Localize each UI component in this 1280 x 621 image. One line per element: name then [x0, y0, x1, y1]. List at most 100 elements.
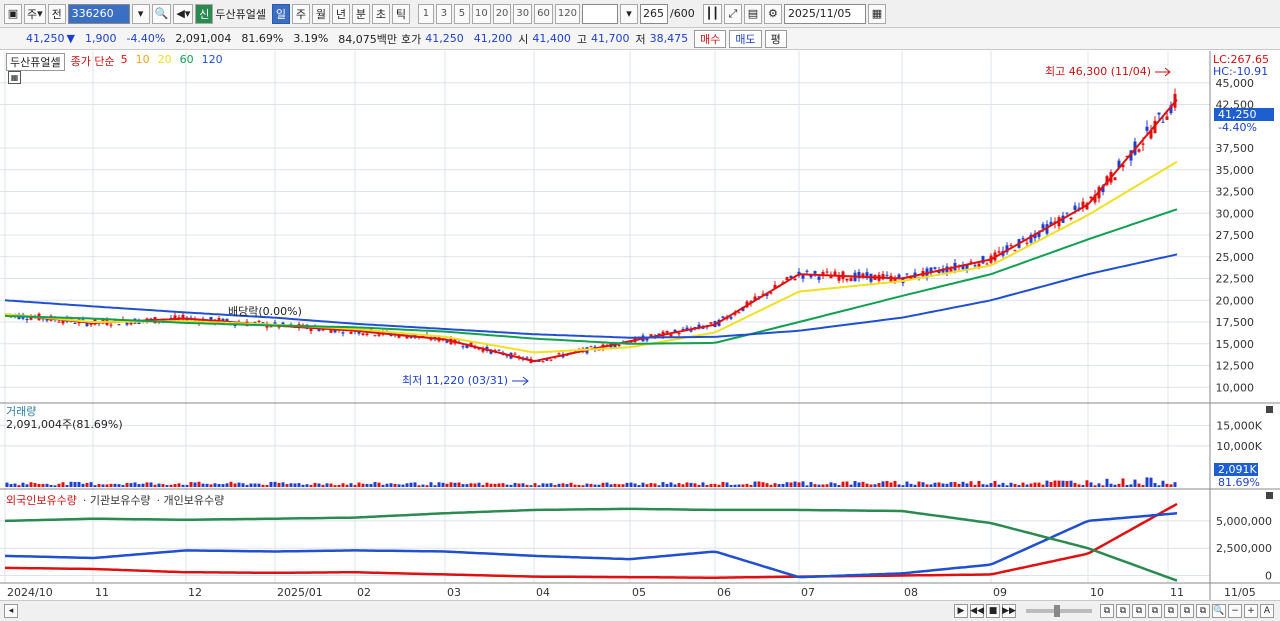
interval-20[interactable]: 20 — [492, 3, 512, 24]
window-icon[interactable]: ▣ — [4, 3, 22, 24]
volume-bar — [605, 482, 609, 487]
table-icon[interactable]: ▦ — [8, 71, 21, 84]
ownership-legend-item: · 개인보유수량 — [156, 494, 225, 507]
candle-body — [665, 330, 669, 333]
volume-bar — [929, 484, 933, 487]
save-icon[interactable]: ▤ — [743, 3, 762, 24]
volume-bar — [477, 482, 481, 487]
interval-60[interactable]: 60 — [534, 3, 553, 24]
main-toolbar: ▣ 주 ▾ 전 336260 ▾ 🔍 ◀▾ 신 두산퓨얼셀 일 주 월 년 분 초… — [0, 0, 1280, 28]
chart-tool-icon[interactable]: ⧉ — [1100, 604, 1114, 618]
play-icon[interactable]: ▶ — [954, 604, 968, 618]
period-day[interactable]: 일 — [271, 3, 290, 24]
stop-icon[interactable]: ■ — [986, 604, 1000, 618]
volume-tick-label: 10,000K — [1216, 440, 1262, 453]
volume-bar — [509, 484, 513, 487]
forward-icon[interactable]: ▶▶ — [1002, 604, 1016, 618]
volume-bar — [389, 483, 393, 487]
interval-5[interactable]: 5 — [453, 3, 470, 24]
volume-bar — [1085, 480, 1089, 487]
code-dropdown-icon[interactable]: ▾ — [131, 3, 150, 24]
zoom-slider[interactable] — [1026, 605, 1092, 617]
volume-bar — [581, 485, 585, 487]
candle-body — [813, 271, 817, 274]
volume-bar — [73, 481, 77, 487]
price-tick-label: 17,500 — [1216, 316, 1255, 329]
volume-bar — [49, 484, 53, 487]
gear-icon[interactable]: ⚙ — [763, 3, 782, 24]
interval-30[interactable]: 30 — [513, 3, 533, 24]
stock-chart[interactable]: 45,00042,50037,50035,00032,50030,00027,5… — [0, 51, 1280, 600]
volume-bar — [473, 483, 477, 487]
calendar-icon[interactable]: ▦ — [867, 3, 886, 24]
eval-button[interactable]: 평 — [764, 29, 787, 48]
crosshair-icon[interactable]: ⤢ — [723, 3, 742, 24]
volume-bar — [93, 485, 97, 487]
interval-1[interactable]: 1 — [417, 3, 434, 24]
volume-bar — [125, 482, 129, 487]
volume-bar — [161, 484, 165, 487]
stock-code-input[interactable]: 336260 — [67, 3, 130, 24]
custom-interval-input[interactable] — [581, 3, 618, 24]
volume-bar — [809, 482, 813, 487]
zoom-icon[interactable]: 🔍 — [1212, 604, 1226, 618]
date-input[interactable]: 2025/11/05 — [783, 3, 866, 24]
speaker-icon[interactable]: ◀▾ — [173, 3, 194, 24]
candle-body — [657, 333, 661, 335]
period-month[interactable]: 월 — [311, 3, 330, 24]
candle-body — [985, 263, 989, 265]
sell-button[interactable]: 매도 — [729, 29, 762, 48]
period-minute[interactable]: 분 — [351, 3, 370, 24]
panel-close-icon[interactable] — [1266, 492, 1273, 499]
volume-bar — [445, 483, 449, 487]
volume-bar — [793, 481, 797, 487]
volume-bar — [433, 485, 437, 487]
volume-bar — [993, 480, 997, 487]
candle-body — [109, 324, 113, 326]
market-select[interactable]: 주 ▾ — [24, 3, 46, 24]
chart-tool-icon[interactable]: ⧉ — [1148, 604, 1162, 618]
volume-bar — [713, 483, 717, 487]
prev-button[interactable]: 전 — [47, 3, 66, 24]
volume-bar — [157, 483, 161, 487]
volume-bar — [865, 483, 869, 487]
font-size-icon[interactable]: A — [1260, 604, 1274, 618]
chart-tool-icon[interactable]: ⧉ — [1116, 604, 1130, 618]
chart-tool-icon[interactable]: ⧉ — [1164, 604, 1178, 618]
volume-bar — [405, 483, 409, 487]
period-year[interactable]: 년 — [331, 3, 350, 24]
buy-button[interactable]: 매수 — [694, 29, 727, 48]
rewind-icon[interactable]: ◀◀ — [970, 604, 984, 618]
plus-icon[interactable]: + — [1244, 604, 1258, 618]
panel-close-icon[interactable] — [1266, 406, 1273, 413]
ask2-value: 41,200 — [473, 32, 513, 45]
period-second[interactable]: 초 — [371, 3, 390, 24]
volume-bar — [749, 484, 753, 487]
interval-10[interactable]: 10 — [471, 3, 491, 24]
count-total: /600 — [669, 7, 695, 20]
search-icon[interactable]: 🔍 — [151, 3, 172, 24]
interval-dropdown-icon[interactable]: ▾ — [619, 3, 638, 24]
volume-bar — [385, 483, 389, 487]
chart-tool-icon[interactable]: ⧉ — [1196, 604, 1210, 618]
volume-bar — [513, 482, 517, 487]
volume-bar — [277, 482, 281, 487]
period-week[interactable]: 주 — [291, 3, 310, 24]
volume-bar — [457, 482, 461, 487]
volume-bar — [877, 483, 881, 487]
candle-type-icon[interactable]: ┃┃ — [702, 3, 722, 24]
volume-bar — [89, 482, 93, 487]
volume-bar — [677, 483, 681, 487]
volume-bar — [941, 483, 945, 487]
chart-tool-icon[interactable]: ⧉ — [1180, 604, 1194, 618]
interval-120[interactable]: 120 — [554, 3, 580, 24]
period-tick[interactable]: 틱 — [391, 3, 410, 24]
volume-bar — [589, 483, 593, 487]
minus-icon[interactable]: − — [1228, 604, 1242, 618]
interval-3[interactable]: 3 — [435, 3, 452, 24]
chart-tool-icon[interactable]: ⧉ — [1132, 604, 1146, 618]
scroll-left-icon[interactable]: ◂ — [4, 604, 18, 618]
ownership-tick-label: 0 — [1265, 570, 1272, 583]
count-input[interactable]: 265 — [639, 3, 668, 24]
price-tick-label: 20,000 — [1216, 294, 1255, 307]
